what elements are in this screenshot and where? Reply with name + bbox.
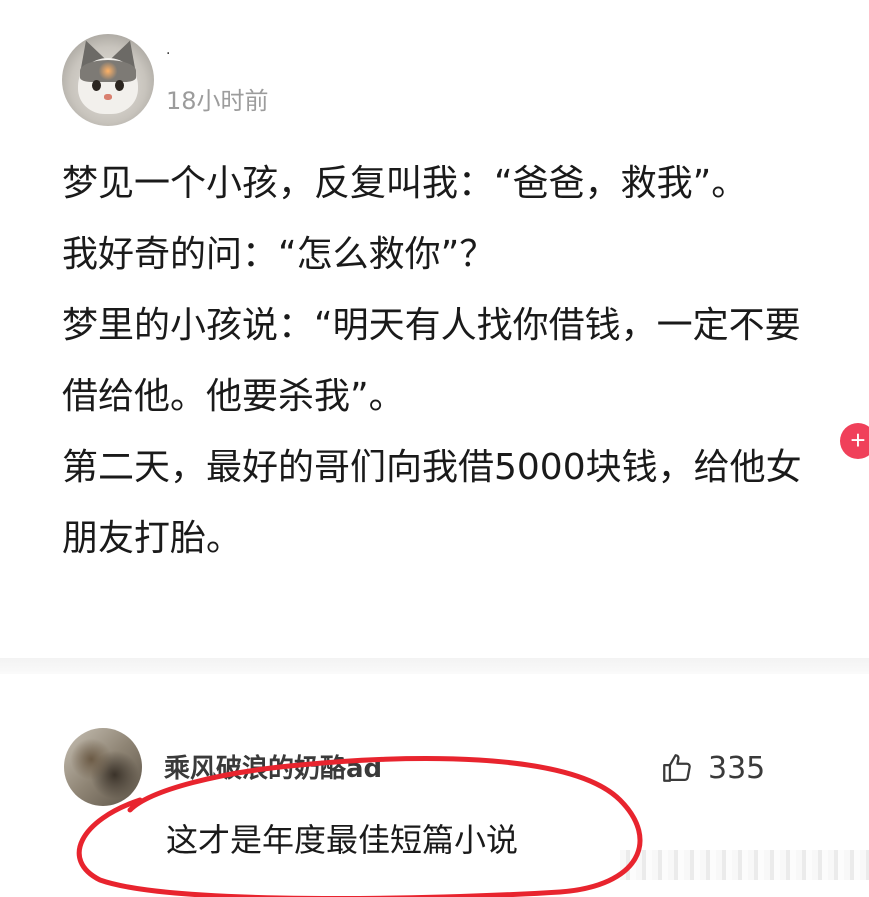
section-divider xyxy=(0,658,869,674)
post-timestamp: 18小时前 xyxy=(166,87,269,115)
avatar-cat-nose xyxy=(104,94,112,100)
comment-author-avatar[interactable] xyxy=(64,728,142,806)
post-line: 我好奇的问：“怎么救你”？ xyxy=(62,234,496,275)
post-line: 借给他。他要杀我”。 xyxy=(62,376,405,417)
like-button[interactable]: 335 xyxy=(660,750,765,786)
post-line: 梦里的小孩说：“明天有人找你借钱，一定不要 xyxy=(62,305,801,346)
avatar-cat-glow xyxy=(98,62,118,80)
comment-author-name[interactable]: 乘风破浪的奶酪ad xyxy=(164,748,382,785)
thumbs-up-icon xyxy=(663,754,691,782)
avatar-cat-eye-right xyxy=(115,80,124,91)
post-line: 第二天，最好的哥们向我借5000块钱，给他女 xyxy=(62,447,802,488)
post-author-avatar[interactable] xyxy=(62,34,154,126)
comment-text: 这才是年度最佳短篇小说 xyxy=(166,821,519,859)
blurred-overlay xyxy=(620,850,869,880)
like-count: 335 xyxy=(708,750,766,786)
post-author-name[interactable]: · xyxy=(166,46,170,62)
float-plus-button[interactable]: + xyxy=(840,423,869,459)
post-content: 梦见一个小孩，反复叫我：“爸爸，救我”。 我好奇的问：“怎么救你”？ 梦里的小孩… xyxy=(62,148,869,574)
post-line: 朋友打胎。 xyxy=(62,518,243,559)
avatar-cat-eye-left xyxy=(92,80,101,91)
post-line: 梦见一个小孩，反复叫我：“爸爸，救我”。 xyxy=(62,163,748,204)
